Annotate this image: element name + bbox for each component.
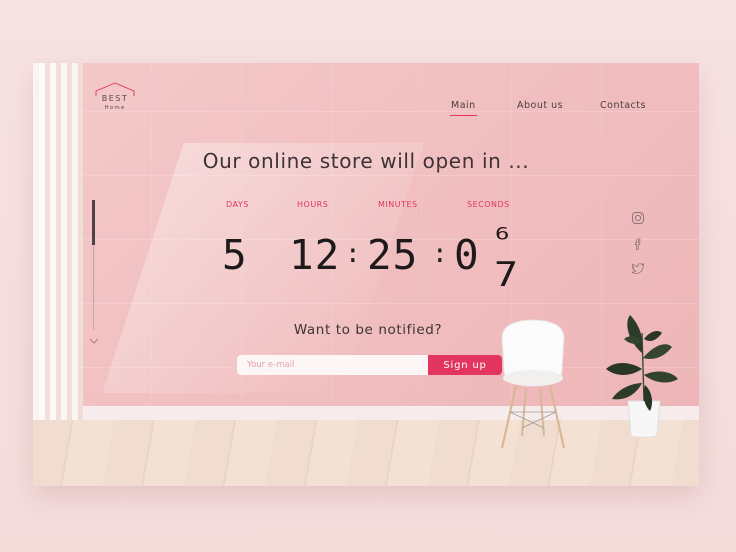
nav-about-us[interactable]: About us	[517, 100, 563, 111]
seconds-flip-top: 6	[495, 224, 510, 244]
twitter-icon[interactable]	[631, 261, 645, 275]
curtain	[39, 63, 83, 428]
instagram-icon[interactable]	[631, 211, 645, 225]
facebook-icon[interactable]	[631, 237, 645, 251]
landing-page: BEST Home Main About us Contacts Our onl…	[33, 63, 699, 486]
days-value: 5	[222, 231, 248, 279]
hours-label: HOURS	[297, 200, 329, 209]
seconds-value: 0	[454, 231, 480, 279]
nav-main[interactable]: Main	[450, 100, 477, 116]
nav-contacts[interactable]: Contacts	[600, 100, 646, 111]
minutes-label: MINUTES	[378, 200, 418, 209]
email-input[interactable]	[237, 355, 429, 375]
seconds-label: SECONDS	[467, 200, 510, 209]
page-headline: Our online store will open in ...	[202, 149, 530, 173]
brand-logo[interactable]: BEST Home	[93, 81, 137, 117]
white-chair	[500, 319, 566, 449]
minutes-value: 25	[367, 231, 419, 279]
brand-name: BEST	[101, 94, 129, 103]
days-label: DAYS	[226, 200, 249, 209]
colon-separator: :	[345, 239, 361, 269]
colon-separator: :	[432, 239, 448, 269]
scroll-thumb[interactable]	[92, 200, 95, 245]
brand-subname: Home	[104, 105, 126, 111]
potted-plant	[606, 315, 678, 438]
seconds-flip-bottom: 7	[494, 255, 519, 295]
hours-value: 12	[289, 231, 341, 279]
